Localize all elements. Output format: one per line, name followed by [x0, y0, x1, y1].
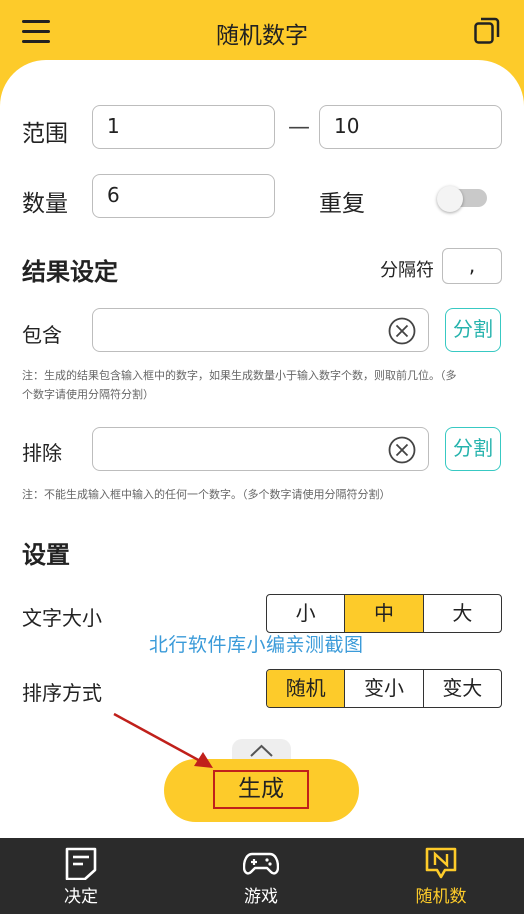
range-min-input[interactable]: 1: [92, 105, 275, 149]
sort-ascending[interactable]: 变大: [424, 670, 501, 707]
exclude-split-button[interactable]: 分割: [445, 427, 501, 471]
watermark-text: 北行软件库小编亲测截图: [149, 634, 364, 656]
page-title: 随机数字: [216, 23, 308, 49]
nav-item-random[interactable]: 随机数: [381, 838, 501, 914]
range-dash: —: [288, 115, 310, 140]
nav-item-decide[interactable]: 决定: [21, 838, 141, 914]
result-settings-title: 结果设定: [22, 258, 118, 286]
include-label: 包含: [22, 323, 62, 347]
clear-icon[interactable]: [388, 317, 416, 345]
annotation-arrow-icon: [113, 712, 213, 768]
font-size-large[interactable]: 大: [424, 595, 501, 632]
bottom-nav: 决定 游戏 随机数: [0, 838, 524, 914]
include-input[interactable]: [92, 308, 429, 352]
gamepad-icon: [243, 852, 279, 875]
app-header: 随机数字: [0, 0, 524, 64]
font-size-label: 文字大小: [22, 606, 102, 630]
decision-note-icon: [65, 847, 97, 880]
include-note-line1: 注：生成的结果包含输入框中的数字，如果生成数量小于输入数字个数，则取前几位。（多: [22, 369, 457, 382]
sort-label: 排序方式: [22, 681, 102, 705]
sort-random[interactable]: 随机: [267, 670, 346, 707]
exclude-note: 注：不能生成输入框中输入的任何一个数字。（多个数字请使用分隔符分割）: [22, 488, 391, 501]
settings-title: 设置: [22, 541, 70, 569]
clear-icon[interactable]: [388, 436, 416, 464]
include-note: 注：生成的结果包含输入框中的数字，如果生成数量小于输入数字个数，则取前几位。（多…: [22, 366, 457, 404]
nav-label-game: 游戏: [244, 887, 278, 907]
separator-label: 分隔符: [380, 260, 434, 281]
include-note-line2: 个数字请使用分隔符分割）: [22, 388, 154, 401]
nav-item-game[interactable]: 游戏: [201, 838, 321, 914]
font-size-segmented: 小 中 大: [266, 594, 502, 633]
copy-icon[interactable]: [474, 17, 500, 45]
count-input[interactable]: 6: [92, 174, 275, 218]
range-label: 范围: [22, 121, 68, 147]
sort-descending[interactable]: 变小: [345, 670, 424, 707]
font-size-small[interactable]: 小: [267, 595, 346, 632]
font-size-medium[interactable]: 中: [345, 595, 424, 632]
nav-label-random: 随机数: [415, 887, 467, 907]
random-number-icon: [425, 847, 457, 879]
separator-input[interactable]: ,: [442, 248, 502, 284]
count-label: 数量: [22, 191, 68, 217]
nav-label-decide: 决定: [64, 887, 98, 907]
repeat-toggle[interactable]: [437, 186, 487, 212]
repeat-label: 重复: [319, 191, 365, 217]
include-split-button[interactable]: 分割: [445, 308, 501, 352]
range-max-input[interactable]: 10: [319, 105, 502, 149]
exclude-input[interactable]: [92, 427, 429, 471]
sort-segmented: 随机 变小 变大: [266, 669, 502, 708]
generate-button-label: 生成: [213, 770, 309, 809]
exclude-label: 排除: [22, 441, 62, 465]
